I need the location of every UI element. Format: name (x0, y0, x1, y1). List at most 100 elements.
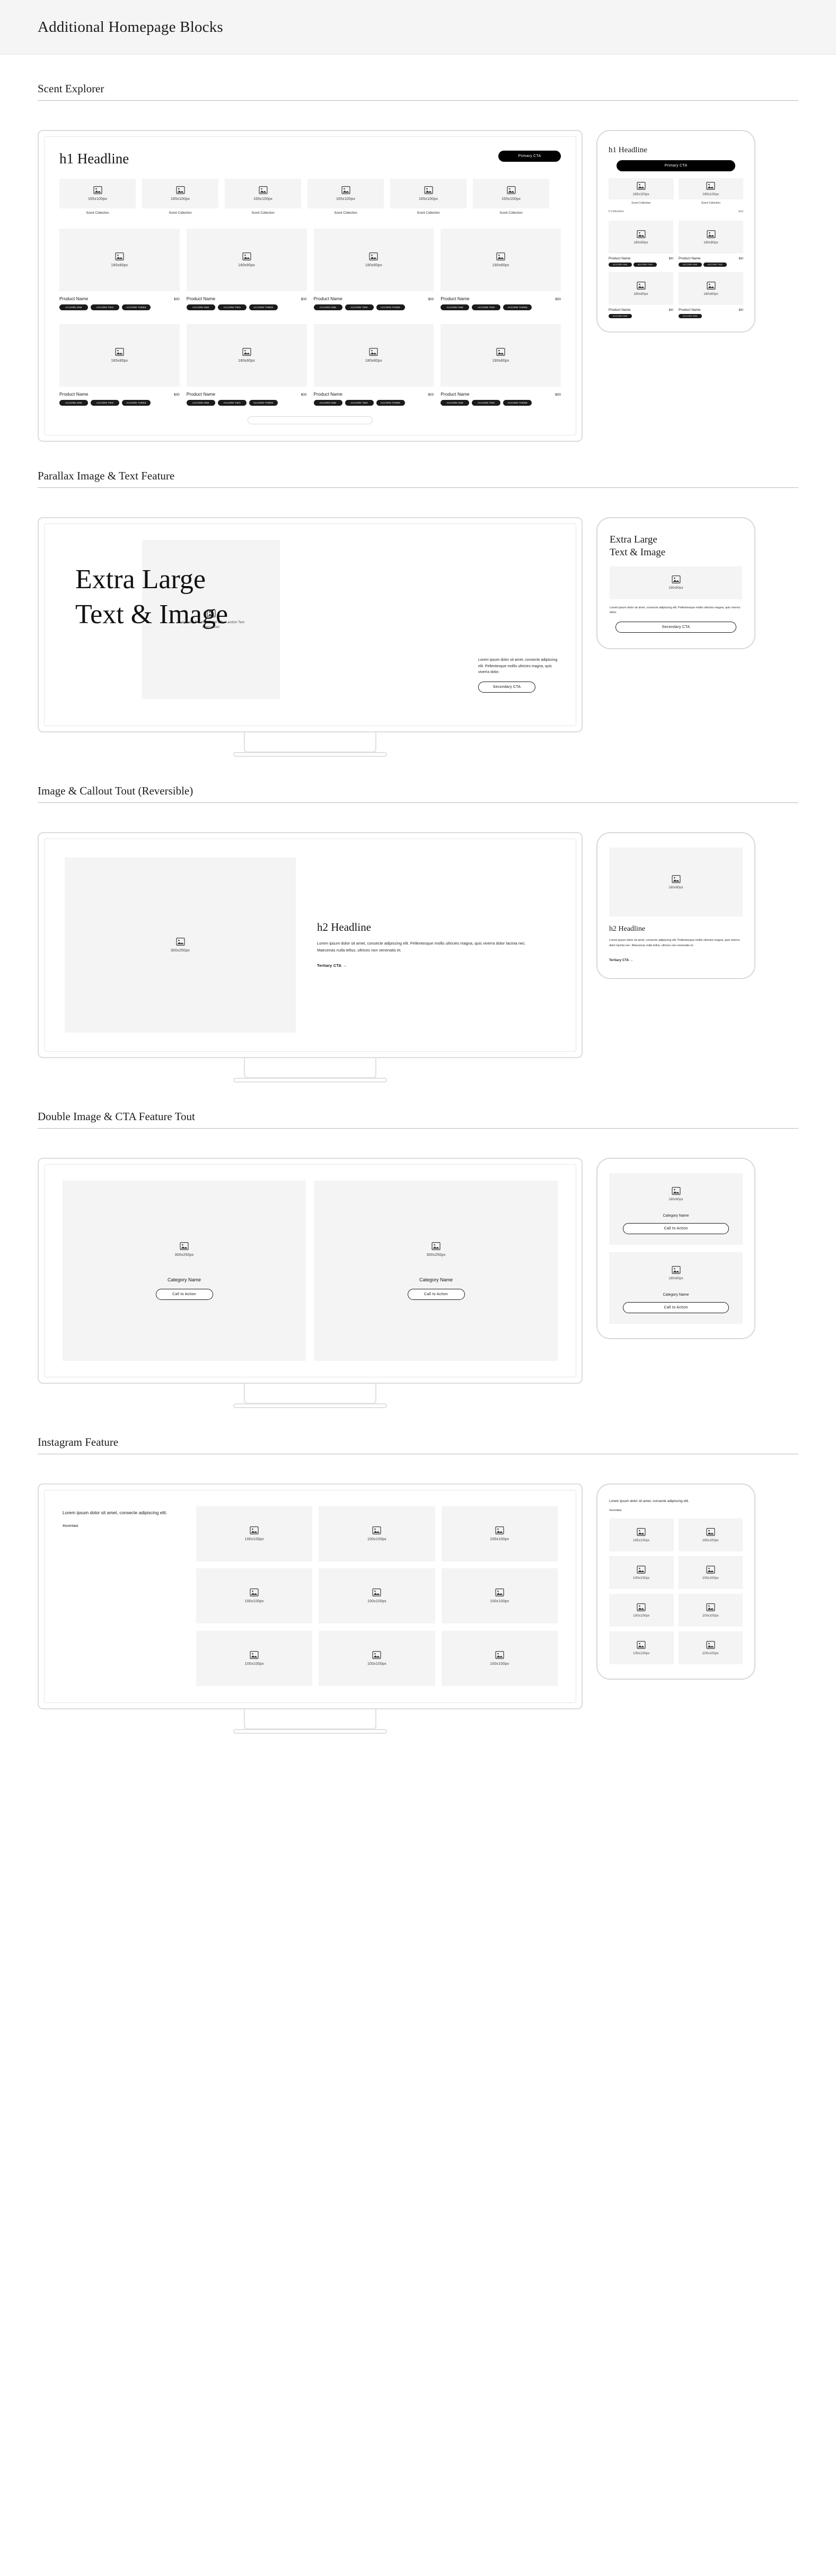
accord-badge: ACCORD TWO (217, 400, 247, 406)
section-body: h1 Headline Primary CTA 165x100px Scent … (38, 101, 798, 442)
accord-badge: ACCORD ONE (441, 304, 470, 310)
product-card[interactable]: 180x80px Product Name $00 ACCORD ONE (679, 272, 743, 318)
image-placeholder-icon (432, 1242, 441, 1250)
section-scent-explorer: Scent Explorer h1 Headline Primary CTA 1… (0, 55, 836, 442)
search-input[interactable] (248, 416, 373, 424)
sort-control[interactable]: Sort (738, 210, 743, 213)
instagram-tile[interactable]: 100x100px (196, 1568, 313, 1624)
scent-explorer-header: h1 Headline Primary CTA (59, 151, 561, 167)
tertiary-cta-link[interactable]: Tertiary CTA → (609, 959, 633, 962)
instagram-tile[interactable]: 100x100px (441, 1568, 558, 1624)
section-parallax: Parallax Image & Text Feature Image with… (0, 442, 836, 757)
instagram-handle[interactable]: #scentasi (63, 1524, 184, 1528)
callout-text: h2 Headline Lorem ipsum dolor sit amet, … (317, 921, 556, 970)
call-to-action-button[interactable]: Call to Action (407, 1288, 465, 1300)
parallax-body-text-mobile: Lorem ipsum dolor sit amet, consecte adi… (610, 606, 741, 614)
primary-cta-button[interactable]: Primary CTA (617, 160, 735, 171)
feature-tout-column[interactable]: 300x250px Category Name Call to Action (63, 1181, 306, 1361)
feature-tout-column[interactable]: 180x80px Category Name Call to Action (609, 1173, 743, 1245)
primary-cta-button[interactable]: Primary CTA (498, 151, 561, 162)
product-card[interactable]: 180x80px Product Name $00 ACCORD ONE ACC… (679, 221, 743, 267)
instagram-tile[interactable]: 100x100px (678, 1556, 743, 1590)
tertiary-cta-link[interactable]: Tertiary CTA → (317, 963, 347, 968)
instagram-mobile-block: Lorem ipsum dolor sit amet, consecte adi… (602, 1491, 750, 1672)
product-price: $00 (738, 309, 743, 312)
instagram-tile[interactable]: 100x100px (609, 1556, 674, 1590)
product-card[interactable]: 180x80px Product Name $00 ACCORD ONE ACC… (186, 324, 307, 406)
monitor-base (233, 1403, 387, 1408)
product-card[interactable]: 180x80px Product Name $00 ACCORD ONE (609, 272, 673, 318)
image-callout-block: 300x250px h2 Headline Lorem ipsum dolor … (45, 839, 576, 1051)
feature-tout-column[interactable]: 180x80px Category Name Call to Action (609, 1252, 743, 1324)
monitor-viewport: 300x250px h2 Headline Lorem ipsum dolor … (44, 839, 576, 1052)
placeholder-size-label: 180x80px (703, 241, 718, 244)
product-name: Product Name (441, 391, 470, 397)
accord-badge: ACCORD THREE (122, 304, 151, 310)
product-card[interactable]: 180x80px Product Name $00 ACCORD ONE ACC… (313, 324, 434, 406)
scent-explorer-headline: h1 Headline (59, 151, 129, 167)
scent-collection-chip[interactable]: 165x100px Scent Collection (142, 179, 218, 215)
product-card[interactable]: 180x80px Product Name $00 ACCORD ONE ACC… (609, 221, 673, 267)
monitor-neck (244, 1058, 376, 1078)
call-to-action-button[interactable]: Call to Action (155, 1288, 213, 1300)
scent-collection-chip[interactable]: 165x100px Scent Collection (473, 179, 549, 215)
cta-row: Call to Action (407, 1288, 465, 1300)
parallax-headline: Extra Large Text & Image (60, 538, 325, 632)
category-name: Category Name (663, 1214, 689, 1218)
instagram-tile[interactable]: 100x100px (609, 1631, 674, 1665)
image-placeholder: 180x80px (609, 272, 673, 305)
instagram-tile[interactable]: 100x100px (196, 1506, 313, 1561)
collection-count: 6 Collections (609, 210, 624, 213)
product-card[interactable]: 180x80px Product Name $00 ACCORD ONE ACC… (441, 229, 561, 310)
instagram-tile[interactable]: 100x100px (319, 1630, 435, 1686)
product-card[interactable]: 180x80px Product Name $00 ACCORD ONE ACC… (59, 324, 180, 406)
instagram-lead-text-mobile: Lorem ipsum dolor sit amet, consecte adi… (609, 1499, 689, 1503)
scent-collection-chip[interactable]: 165x100px Scent Collection (678, 178, 743, 205)
accord-badge-row: ACCORD ONE ACCORD TWO ACCORD THREE (186, 304, 307, 310)
scent-collection-chip[interactable]: 165x100px Scent Collection (390, 179, 467, 215)
placeholder-size-label: 100x100px (367, 1538, 387, 1541)
section-header: Double Image & CTA Feature Tout (38, 1082, 798, 1129)
placeholder-size-label: 100x100px (633, 1576, 650, 1580)
instagram-tile[interactable]: 100x100px (441, 1506, 558, 1561)
scent-collection-chip-row[interactable]: 165x100px Scent Collection 165x100px Sce… (59, 179, 561, 215)
feature-tout-column[interactable]: 300x250px Category Name Call to Action (314, 1181, 558, 1361)
instagram-tile[interactable]: 100x100px (319, 1568, 435, 1624)
instagram-handle-mobile[interactable]: #scentasi (609, 1509, 743, 1512)
product-card[interactable]: 180x80px Product Name $00 ACCORD ONE ACC… (313, 229, 434, 310)
secondary-cta-button[interactable]: Secondary CTA (615, 622, 736, 633)
instagram-tile[interactable]: 100x100px (196, 1630, 313, 1686)
product-price: $00 (301, 298, 307, 301)
section-header: Instagram Feature (38, 1408, 798, 1454)
accord-badge: ACCORD ONE (679, 314, 702, 318)
instagram-tile[interactable]: 165x100px (609, 1518, 674, 1552)
section-title: Instagram Feature (38, 1436, 119, 1448)
instagram-tile[interactable]: 100x100px (441, 1630, 558, 1686)
parallax-headline-mobile: Extra Large Text & Image (610, 534, 742, 559)
accord-badge-row: ACCORD ONE ACCORD TWO ACCORD THREE (59, 304, 180, 310)
product-card[interactable]: 180x80px Product Name $00 ACCORD ONE ACC… (59, 229, 180, 310)
product-grid-row-2: 180x80px Product Name $00 ACCORD ONE ACC… (59, 324, 561, 406)
product-card[interactable]: 180x80px Product Name $00 ACCORD ONE ACC… (441, 324, 561, 406)
instagram-tile[interactable]: 100x100px (678, 1631, 743, 1665)
call-to-action-button[interactable]: Call to Action (623, 1302, 729, 1313)
scent-collection-chip-row-mobile[interactable]: 165x100px Scent Collection 165x100px Sce… (609, 178, 743, 205)
scent-collection-chip[interactable]: 165x100px Scent Collection (307, 179, 384, 215)
image-placeholder: 300x250px (65, 858, 296, 1033)
instagram-tile[interactable]: 100x100px (319, 1506, 435, 1561)
scent-collection-chip[interactable]: 165x100px Scent Collection (225, 179, 301, 215)
product-name: Product Name (609, 308, 631, 312)
instagram-tile[interactable]: 165x100px (678, 1518, 743, 1552)
instagram-tile[interactable]: 100x100px (678, 1594, 743, 1627)
call-to-action-button[interactable]: Call to Action (623, 1223, 729, 1234)
scent-collection-chip[interactable]: 165x100px Scent Collection (609, 178, 674, 205)
placeholder-size-label: 100x100px (702, 1614, 719, 1618)
product-card[interactable]: 180x80px Product Name $00 ACCORD ONE ACC… (186, 229, 307, 310)
secondary-cta-button[interactable]: Secondary CTA (478, 682, 535, 693)
instagram-tile[interactable]: 100x100px (609, 1594, 674, 1627)
scent-collection-chip[interactable]: 165x100px Scent Collection (59, 179, 136, 215)
image-placeholder-icon (706, 1528, 715, 1536)
image-placeholder-icon (706, 1566, 715, 1574)
instagram-intro: Lorem ipsum dolor sit amet, consecte adi… (63, 1506, 184, 1687)
section-header: Image & Callout Tout (Reversible) (38, 757, 798, 803)
